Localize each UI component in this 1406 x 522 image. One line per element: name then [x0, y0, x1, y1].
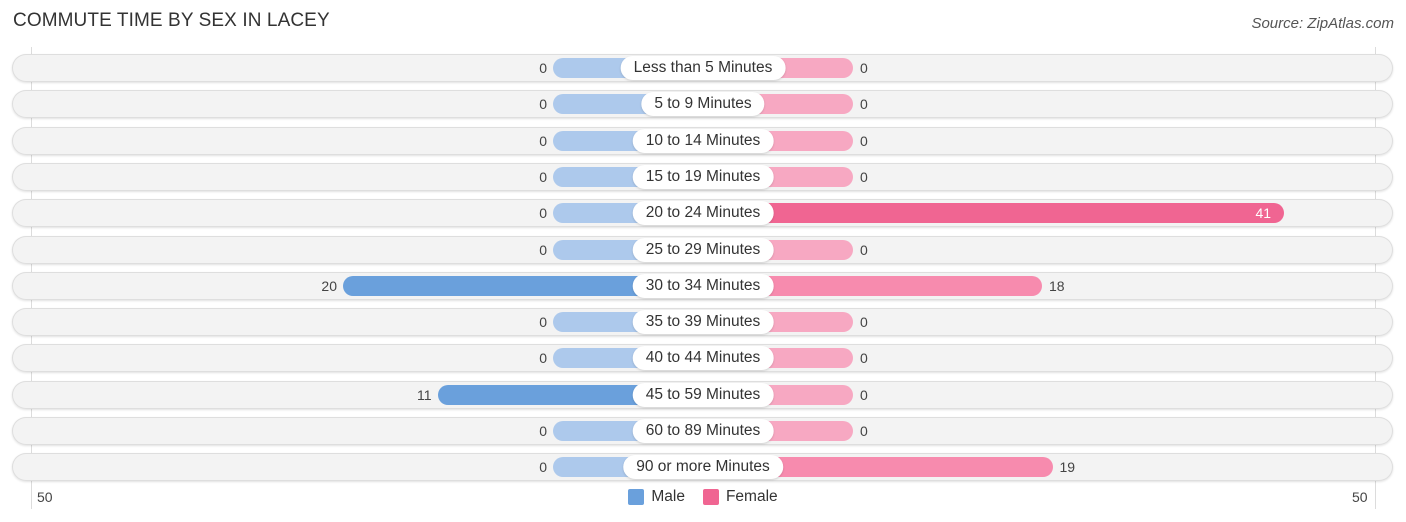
category-label: 20 to 24 Minutes	[632, 201, 774, 226]
value-label-male: 0	[539, 60, 547, 76]
value-label-male: 0	[539, 314, 547, 331]
value-label-male: 0	[539, 132, 547, 149]
value-label-male: 20	[321, 277, 337, 294]
value-label-female: 0	[860, 423, 868, 439]
value-label-male: 0	[539, 350, 547, 367]
value-label-male: 0	[539, 168, 547, 185]
value-label-female: 0	[860, 60, 868, 76]
category-label: 30 to 34 Minutes	[632, 273, 774, 298]
legend-item-female[interactable]: Female	[702, 488, 778, 506]
legend-swatch-male	[628, 489, 645, 505]
value-label-male: 0	[539, 205, 547, 222]
value-label-female: 19	[1059, 459, 1076, 476]
legend-item-male[interactable]: Male	[628, 488, 685, 506]
legend-label-female: Female	[725, 488, 778, 505]
category-label: 25 to 29 Minutes	[632, 237, 774, 262]
category-label: 40 to 44 Minutes	[632, 346, 774, 371]
source-label: Source: ZipAtlas.com	[1251, 15, 1394, 32]
legend: Male Female	[0, 488, 1406, 506]
category-label: 90 or more Minutes	[623, 455, 783, 480]
category-label: 5 to 9 Minutes	[641, 92, 765, 117]
category-label: 10 to 14 Minutes	[632, 128, 774, 153]
value-label-female: 0	[860, 96, 868, 113]
chart-title: COMMUTE TIME BY SEX IN LACEY	[13, 10, 330, 31]
category-label: 45 to 59 Minutes	[632, 382, 774, 407]
value-label-male: 0	[539, 241, 547, 258]
category-label: 35 to 39 Minutes	[632, 310, 774, 335]
value-label-female: 0	[860, 241, 868, 258]
value-label-female: 0	[860, 132, 868, 149]
value-label-male: 11	[416, 386, 432, 403]
value-label-female: 0	[860, 386, 868, 403]
value-label-female: 0	[860, 350, 868, 367]
legend-swatch-female	[702, 489, 719, 505]
legend-label-male: Male	[651, 488, 685, 505]
value-label-female: 0	[860, 168, 868, 185]
category-label: 60 to 89 Minutes	[632, 419, 774, 443]
value-label-male: 0	[539, 96, 547, 113]
value-label-female: 0	[860, 314, 868, 331]
value-label-male: 0	[539, 423, 547, 439]
value-label-female: 41	[1255, 205, 1272, 222]
value-label-male: 0	[539, 459, 547, 476]
category-label: Less than 5 Minutes	[620, 56, 786, 80]
bar-female[interactable]	[703, 203, 1284, 224]
category-label: 15 to 19 Minutes	[632, 164, 774, 189]
value-label-female: 18	[1049, 277, 1065, 294]
